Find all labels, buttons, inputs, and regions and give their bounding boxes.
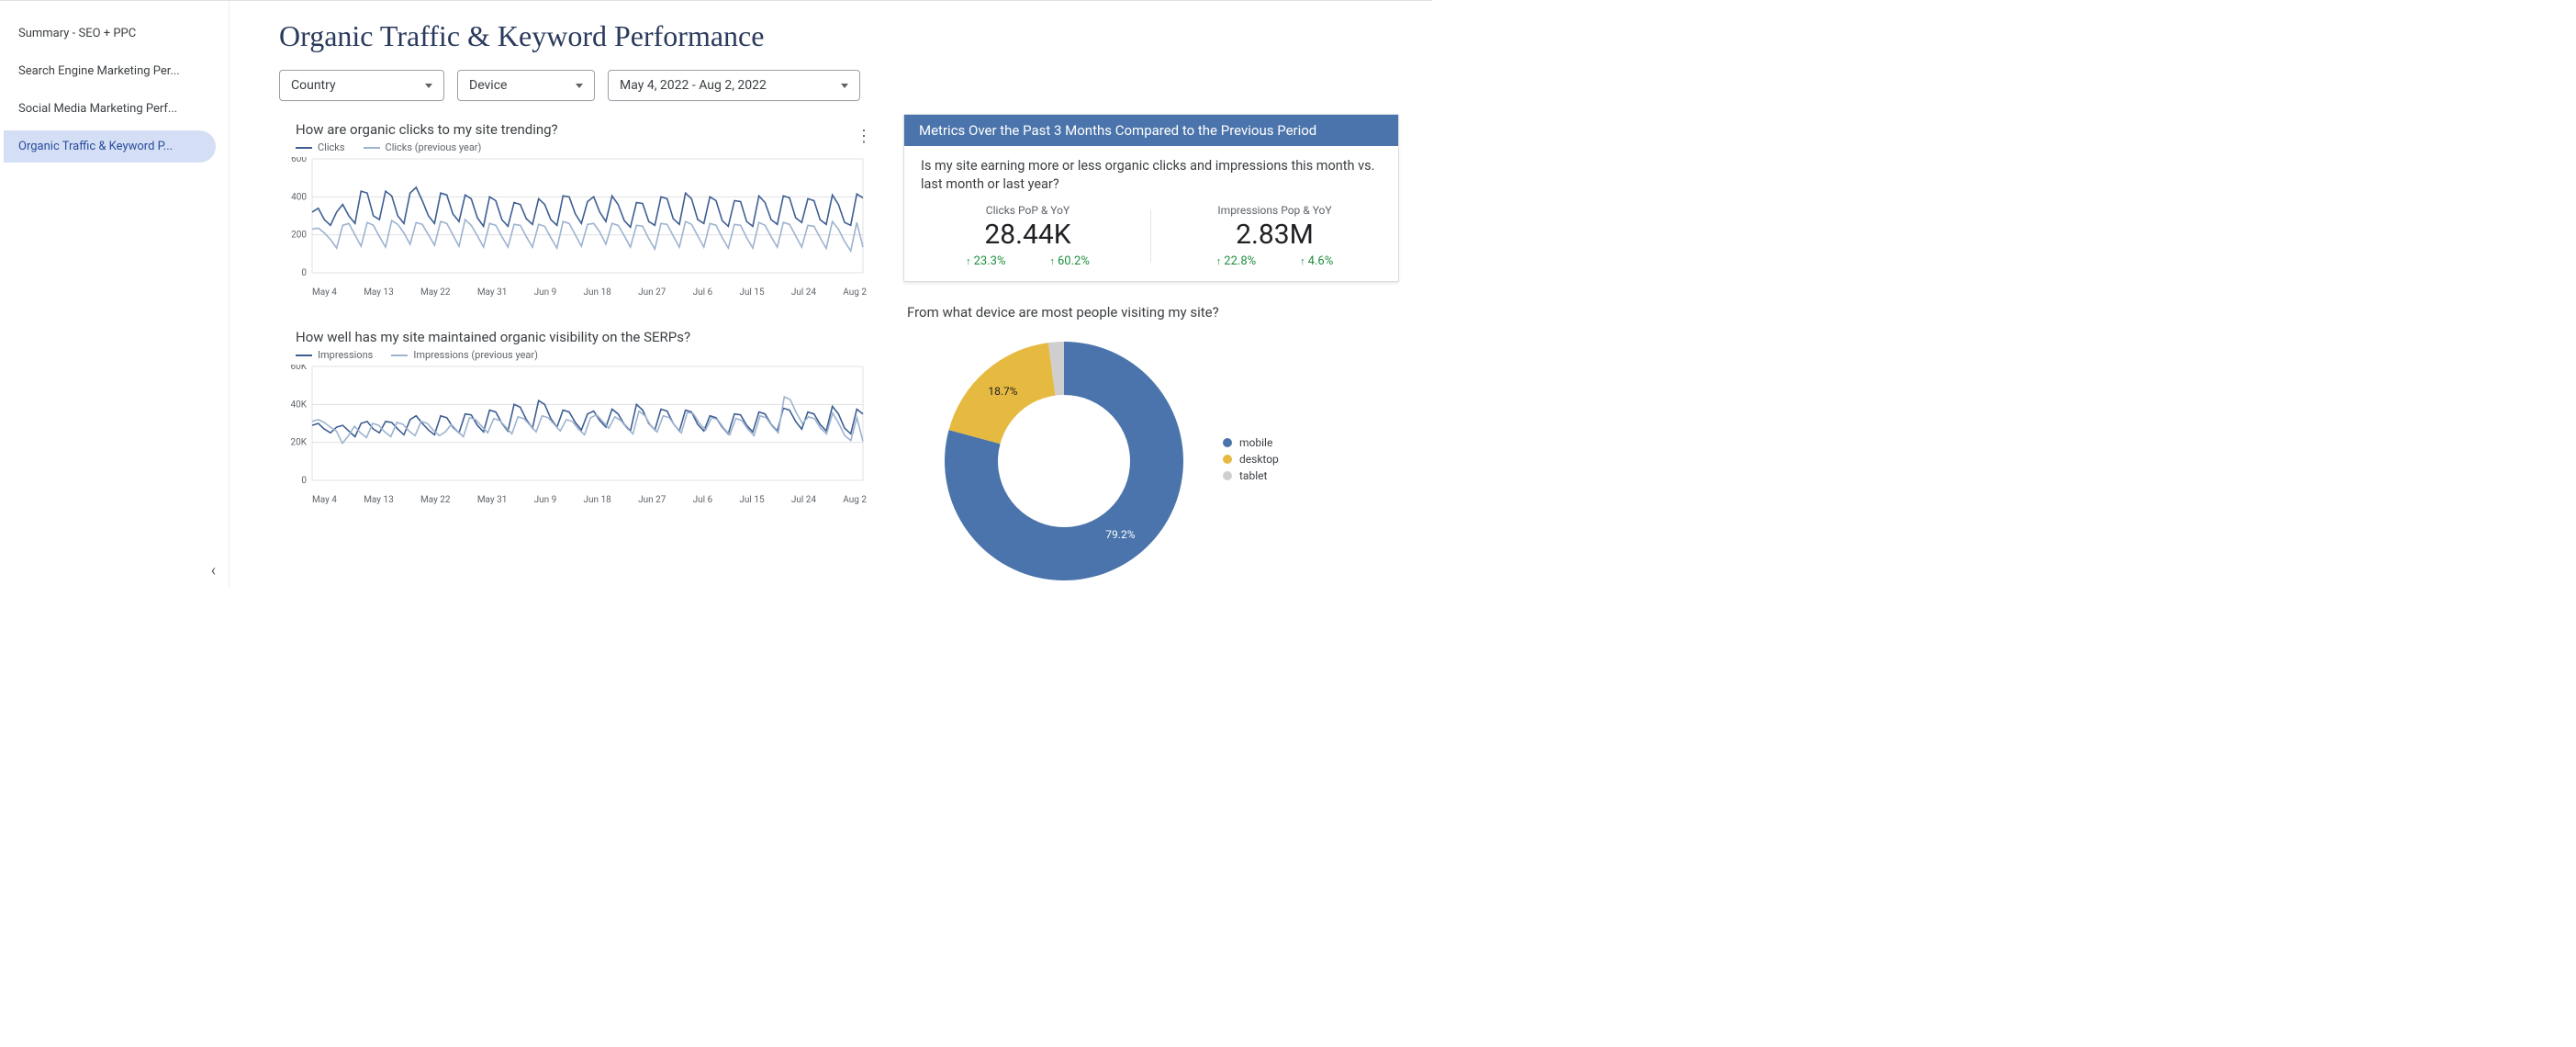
metrics-card-header: Metrics Over the Past 3 Months Compared … [904, 115, 1398, 146]
page-title: Organic Traffic & Keyword Performance [279, 19, 1399, 53]
filters-row: Country Device May 4, 2022 - Aug 2, 2022 [279, 70, 1399, 101]
metric-clicks-yoy: 60.2% [1050, 254, 1090, 268]
impressions-line-chart: 60K 40K 20K 0 [279, 365, 867, 493]
device-filter[interactable]: Device [457, 70, 595, 101]
device-donut-chart: 18.7% 79.2% [931, 328, 1197, 588]
impressions-chart-card: How well has my site maintained organic … [279, 329, 867, 505]
metric-impressions-label: Impressions Pop & YoY [1217, 204, 1331, 217]
country-filter[interactable]: Country [279, 70, 444, 101]
svg-text:0: 0 [301, 268, 307, 278]
metric-clicks-pop: 23.3% [966, 254, 1005, 268]
metric-clicks-label: Clicks PoP & YoY [986, 204, 1070, 217]
sidebar-item-summary[interactable]: Summary - SEO + PPC [4, 17, 216, 50]
svg-text:600: 600 [291, 157, 307, 164]
country-filter-label: Country [291, 78, 336, 93]
svg-text:400: 400 [291, 192, 307, 202]
daterange-filter-label: May 4, 2022 - Aug 2, 2022 [620, 78, 767, 93]
legend-impr-previous: Impressions (previous year) [413, 349, 538, 361]
clicks-chart-card: ⋮ How are organic clicks to my site tren… [279, 121, 867, 298]
caret-down-icon [425, 84, 432, 88]
impressions-x-ticks: May 4May 13May 22May 31Jun 9Jun 18Jun 27… [279, 493, 867, 505]
svg-text:18.7%: 18.7% [988, 385, 1017, 398]
legend-tablet: tablet [1239, 469, 1267, 482]
device-filter-label: Device [469, 78, 507, 93]
sidebar-item-social[interactable]: Social Media Marketing Perf... [4, 93, 216, 125]
legend-clicks-current: Clicks [318, 141, 345, 153]
caret-down-icon [841, 84, 848, 88]
svg-text:20K: 20K [290, 438, 307, 448]
metric-impressions-pop: 22.8% [1216, 254, 1256, 268]
device-legend: mobile desktop tablet [1223, 436, 1279, 486]
svg-text:200: 200 [291, 231, 307, 241]
legend-desktop: desktop [1239, 453, 1279, 466]
svg-text:60K: 60K [290, 365, 307, 372]
device-chart-title: From what device are most people visitin… [907, 304, 1399, 321]
legend-mobile: mobile [1239, 436, 1272, 449]
svg-text:79.2%: 79.2% [1105, 528, 1135, 541]
metric-clicks-value: 28.44K [984, 219, 1070, 251]
clicks-chart-legend: Clicks Clicks (previous year) [296, 141, 867, 153]
metric-impressions-yoy: 4.6% [1300, 254, 1333, 268]
sidebar-item-sem[interactable]: Search Engine Marketing Per... [4, 55, 216, 87]
impressions-chart-title: How well has my site maintained organic … [296, 329, 867, 345]
caret-down-icon [576, 84, 583, 88]
metrics-question: Is my site earning more or less organic … [904, 146, 1398, 198]
legend-clicks-previous: Clicks (previous year) [386, 141, 482, 153]
metric-impressions-value: 2.83M [1236, 219, 1314, 251]
collapse-sidebar-icon[interactable]: ‹ [211, 561, 216, 580]
svg-text:0: 0 [301, 476, 307, 486]
metric-impressions: Impressions Pop & YoY 2.83M 22.8% 4.6% [1151, 204, 1398, 268]
sidebar: Summary - SEO + PPC Search Engine Market… [0, 1, 230, 588]
sidebar-item-organic[interactable]: Organic Traffic & Keyword P... [4, 130, 216, 163]
clicks-x-ticks: May 4May 13May 22May 31Jun 9Jun 18Jun 27… [279, 286, 867, 298]
svg-text:40K: 40K [290, 400, 307, 410]
metric-clicks: Clicks PoP & YoY 28.44K 23.3% 60.2% [904, 204, 1151, 268]
more-options-icon[interactable]: ⋮ [856, 127, 872, 146]
impressions-chart-legend: Impressions Impressions (previous year) [296, 349, 867, 361]
clicks-line-chart: 600 400 200 0 [279, 157, 867, 286]
legend-impr-current: Impressions [318, 349, 373, 361]
daterange-filter[interactable]: May 4, 2022 - Aug 2, 2022 [608, 70, 860, 101]
clicks-chart-title: How are organic clicks to my site trendi… [296, 121, 867, 138]
main-content: Organic Traffic & Keyword Performance Co… [230, 1, 1432, 588]
metrics-card: Metrics Over the Past 3 Months Compared … [903, 114, 1399, 282]
